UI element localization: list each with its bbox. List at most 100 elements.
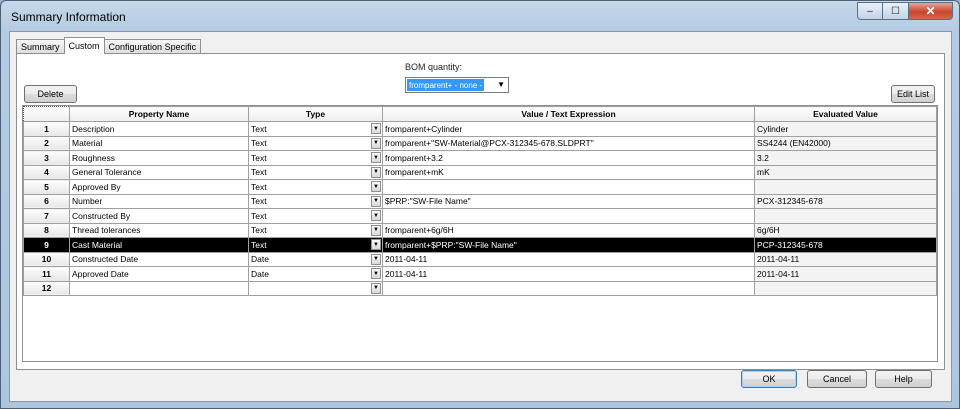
row-number[interactable]: 11 — [23, 266, 70, 282]
type-cell[interactable]: ▼ — [248, 280, 383, 296]
type-cell[interactable]: Text ▼ — [248, 237, 383, 253]
chevron-down-icon[interactable]: ▼ — [371, 152, 381, 163]
type-cell[interactable]: Text ▼ — [248, 193, 383, 209]
type-cell[interactable]: Text ▼ — [248, 179, 383, 195]
chevron-down-icon[interactable]: ▼ — [371, 195, 381, 207]
type-cell[interactable]: Text ▼ — [248, 121, 383, 137]
minimize-icon[interactable]: – — [857, 2, 883, 20]
row-number[interactable]: 3 — [23, 150, 70, 166]
table-header-row: Property Name Type Value / Text Expressi… — [23, 106, 937, 122]
table-row[interactable]: 1 Description Text ▼ fromparent+Cylinder … — [23, 121, 937, 137]
type-cell[interactable]: Text ▼ — [248, 164, 383, 180]
type-cell[interactable]: Text ▼ — [248, 135, 383, 151]
maximize-icon[interactable]: ☐ — [883, 2, 909, 20]
column-header-property-name[interactable]: Property Name — [69, 106, 249, 122]
table-row-selected[interactable]: 9 Cast Material Text ▼ fromparent+$PRP:"S… — [23, 237, 937, 253]
property-name-cell[interactable]: General Tolerance — [69, 164, 249, 180]
property-name-cell[interactable]: Number — [69, 193, 249, 209]
column-header-value[interactable]: Value / Text Expression — [382, 106, 755, 122]
bom-quantity-value: fromparent+ - none - — [407, 79, 485, 91]
value-cell[interactable]: fromparent+3.2 — [382, 150, 755, 166]
row-number[interactable]: 12 — [23, 280, 70, 296]
table-row[interactable]: 12 ▼ — [23, 280, 937, 296]
window-controls: – ☐ ✕ — [857, 2, 953, 20]
cancel-button[interactable]: Cancel — [807, 370, 867, 388]
property-name-cell[interactable]: Approved Date — [69, 266, 249, 282]
property-name-cell[interactable]: Cast Material — [69, 237, 249, 253]
delete-button[interactable]: Delete — [24, 85, 77, 103]
type-cell[interactable]: Date ▼ — [248, 251, 383, 267]
row-number[interactable]: 8 — [23, 222, 70, 238]
table-row[interactable]: 5 Approved By Text ▼ — [23, 179, 937, 195]
value-cell[interactable]: fromparent+$PRP:"SW-File Name" — [382, 237, 755, 253]
ok-button[interactable]: OK — [741, 370, 797, 388]
chevron-down-icon[interactable]: ▼ — [497, 80, 505, 89]
chevron-down-icon[interactable]: ▼ — [371, 166, 381, 178]
value-cell[interactable]: fromparent+"SW-Material@PCX-312345-678.S… — [382, 135, 755, 151]
property-name-cell[interactable]: Description — [69, 121, 249, 137]
value-cell[interactable]: fromparent+6g/6H — [382, 222, 755, 238]
property-name-cell[interactable]: Material — [69, 135, 249, 151]
evaluated-value-cell: PCP-312345-678 — [754, 237, 937, 253]
property-name-cell[interactable]: Constructed Date — [69, 251, 249, 267]
table-row[interactable]: 6 Number Text ▼ $PRP:"SW-File Name" PCX-3… — [23, 193, 937, 209]
row-number[interactable]: 1 — [23, 121, 70, 137]
edit-list-button[interactable]: Edit List — [891, 85, 935, 103]
type-cell[interactable]: Date ▼ — [248, 266, 383, 282]
bom-quantity-select[interactable]: fromparent+ - none - ▼ — [405, 77, 509, 93]
row-number[interactable]: 9 — [23, 237, 70, 253]
chevron-down-icon[interactable]: ▼ — [371, 181, 381, 192]
summary-information-window: Summary Information – ☐ ✕ Summary Custom… — [0, 0, 960, 409]
row-number[interactable]: 7 — [23, 208, 70, 224]
row-number[interactable]: 6 — [23, 193, 70, 209]
type-value: Text — [251, 239, 267, 250]
type-cell[interactable]: Text ▼ — [248, 208, 383, 224]
row-number[interactable]: 10 — [23, 251, 70, 267]
value-cell[interactable] — [382, 179, 755, 195]
value-cell[interactable] — [382, 208, 755, 224]
chevron-down-icon[interactable]: ▼ — [371, 282, 381, 294]
row-number[interactable]: 2 — [23, 135, 70, 151]
value-cell[interactable] — [382, 280, 755, 296]
tab-configuration-specific[interactable]: Configuration Specific — [103, 39, 202, 54]
chevron-down-icon[interactable]: ▼ — [371, 253, 381, 265]
property-name-cell[interactable]: Constructed By — [69, 208, 249, 224]
type-cell[interactable]: Text ▼ — [248, 222, 383, 238]
type-value: Text — [251, 167, 267, 178]
table-row[interactable]: 3 Roughness Text ▼ fromparent+3.2 3.2 — [23, 150, 937, 166]
table-row[interactable]: 8 Thread tolerances Text ▼ fromparent+6g/… — [23, 222, 937, 238]
chevron-down-icon[interactable]: ▼ — [371, 239, 381, 250]
evaluated-value-cell: SS4244 (EN42000) — [754, 135, 937, 151]
help-button[interactable]: Help — [875, 370, 932, 388]
table-row[interactable]: 10 Constructed Date Date ▼ 2011-04-11 201… — [23, 251, 937, 267]
column-header-type[interactable]: Type — [248, 106, 383, 122]
value-cell[interactable]: 2011-04-11 — [382, 266, 755, 282]
close-icon[interactable]: ✕ — [909, 2, 953, 20]
type-cell[interactable]: Text ▼ — [248, 150, 383, 166]
table-row[interactable]: 11 Approved Date Date ▼ 2011-04-11 2011-0… — [23, 266, 937, 282]
tab-summary[interactable]: Summary — [16, 39, 65, 54]
table-row[interactable]: 7 Constructed By Text ▼ — [23, 208, 937, 224]
chevron-down-icon[interactable]: ▼ — [371, 268, 381, 279]
row-header-corner[interactable] — [23, 106, 70, 122]
chevron-down-icon[interactable]: ▼ — [371, 123, 381, 134]
table-row[interactable]: 2 Material Text ▼ fromparent+"SW-Material… — [23, 135, 937, 151]
property-name-cell[interactable]: Approved By — [69, 179, 249, 195]
properties-table: Property Name Type Value / Text Expressi… — [23, 106, 937, 296]
column-header-evaluated-value[interactable]: Evaluated Value — [754, 106, 937, 122]
value-cell[interactable]: fromparent+Cylinder — [382, 121, 755, 137]
chevron-down-icon[interactable]: ▼ — [371, 210, 381, 221]
chevron-down-icon[interactable]: ▼ — [371, 224, 381, 236]
property-name-cell[interactable]: Thread tolerances — [69, 222, 249, 238]
value-cell[interactable]: 2011-04-11 — [382, 251, 755, 267]
tab-custom[interactable]: Custom — [63, 37, 105, 54]
row-number[interactable]: 4 — [23, 164, 70, 180]
row-number[interactable]: 5 — [23, 179, 70, 195]
chevron-down-icon[interactable]: ▼ — [371, 137, 381, 149]
property-name-cell[interactable]: Roughness — [69, 150, 249, 166]
value-cell[interactable]: fromparent+mK — [382, 164, 755, 180]
table-row[interactable]: 4 General Tolerance Text ▼ fromparent+mK … — [23, 164, 937, 180]
property-name-cell[interactable] — [69, 280, 249, 296]
value-cell[interactable]: $PRP:"SW-File Name" — [382, 193, 755, 209]
title-bar[interactable]: Summary Information – ☐ ✕ — [1, 1, 959, 31]
